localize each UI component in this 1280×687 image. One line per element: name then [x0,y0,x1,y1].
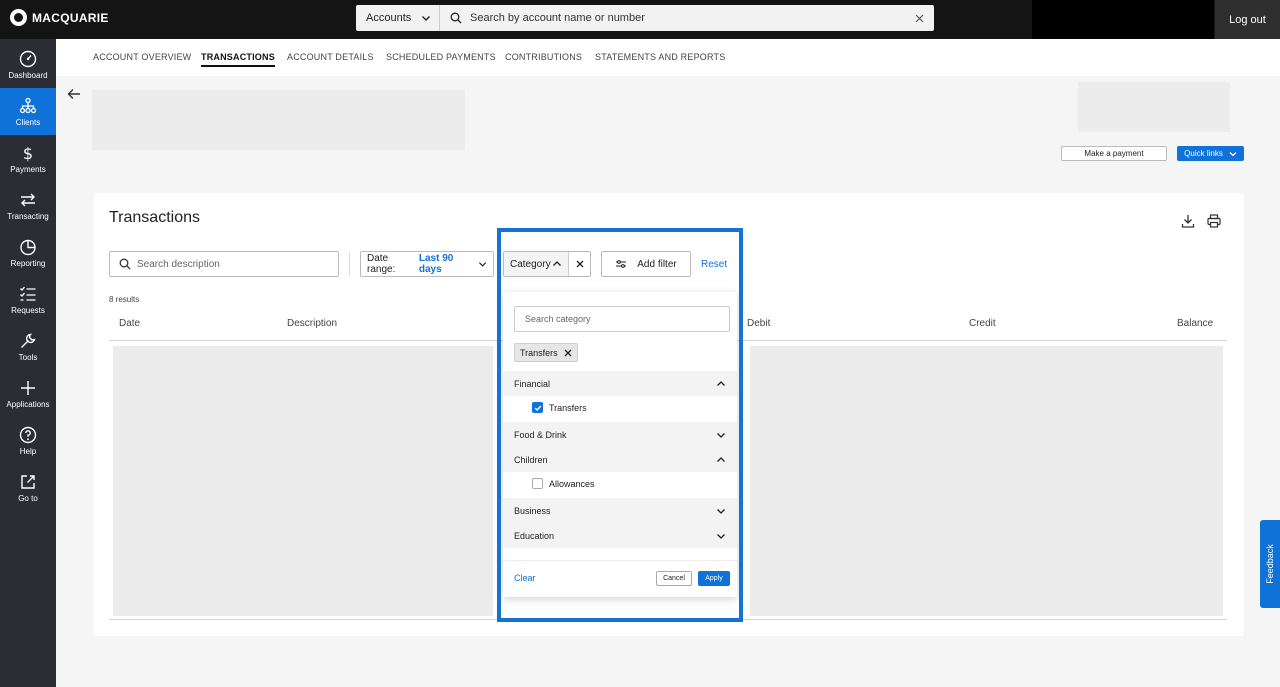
account-tabs: ACCOUNT OVERVIEW TRANSACTIONS ACCOUNT DE… [56,39,1280,76]
sidebar-item-label: Applications [6,399,50,409]
svg-text:$: $ [23,144,33,162]
help-icon [19,426,37,443]
sidebar-item-label: Go to [18,493,38,503]
transfer-arrows-icon [21,193,35,206]
sidebar-item-help[interactable]: Help [0,417,56,464]
close-icon[interactable] [915,14,924,23]
column-header-description[interactable]: Description [287,318,337,329]
highlight-box [497,228,743,622]
sidebar-item-tools[interactable]: Tools [0,323,56,370]
sidebar-item-label: Transacting [7,211,49,221]
sidebar-item-payments[interactable]: $ Payments [0,135,56,182]
logout-button[interactable]: Log out [1215,0,1280,39]
column-header-credit[interactable]: Credit [969,318,996,329]
tab-account-overview[interactable]: ACCOUNT OVERVIEW [93,52,191,62]
account-balance-placeholder [1078,82,1230,132]
top-bar: MACQUARIE Accounts Search by account nam… [0,0,1280,39]
tab-account-details[interactable]: ACCOUNT DETAILS [287,52,374,62]
table-rows-placeholder [750,346,1223,616]
external-link-icon [21,474,35,489]
global-search-input[interactable]: Search by account name or number [440,12,934,24]
sidebar-item-go-to[interactable]: Go to [0,464,56,511]
tab-contributions[interactable]: CONTRIBUTIONS [505,52,582,62]
chevron-down-icon [422,16,430,21]
back-arrow-icon[interactable] [66,86,82,102]
sidebar-item-label: Clients [15,117,41,127]
search-scope-value: Accounts [366,12,412,24]
sidebar-item-label: Requests [11,305,45,315]
tab-statements-and-reports[interactable]: STATEMENTS AND REPORTS [595,52,725,62]
brand-name: MACQUARIE [32,10,109,25]
feedback-label: Feedback [1265,544,1275,584]
description-search-input[interactable]: Search description [109,251,339,277]
search-icon [450,12,462,24]
pie-chart-icon [20,239,36,255]
description-search-placeholder: Search description [137,258,220,270]
sidebar-item-requests[interactable]: Requests [0,276,56,323]
plus-icon [21,380,35,395]
chevron-down-icon [1229,151,1237,156]
tab-scheduled-payments[interactable]: SCHEDULED PAYMENTS [386,52,496,62]
brand-logo[interactable]: MACQUARIE [10,9,109,26]
results-count: 8 results [109,295,140,304]
date-range-filter[interactable]: Date range: Last 90 days [360,251,494,277]
feedback-tab[interactable]: Feedback [1260,520,1280,608]
topbar-region [1032,0,1214,39]
sidebar-item-label: Payments [10,164,46,174]
sidebar-item-reporting[interactable]: Reporting [0,229,56,276]
date-range-label: Date range: [367,253,396,275]
clients-icon [19,97,37,113]
sidebar: Dashboard Clients $ Payments Transacting… [0,39,56,687]
sidebar-item-label: Tools [18,352,38,362]
download-icon[interactable] [1180,213,1196,229]
column-header-balance[interactable]: Balance [1177,318,1213,329]
column-header-debit[interactable]: Debit [747,318,770,329]
sidebar-item-label: Reporting [10,258,46,268]
wrench-icon [21,333,36,348]
sidebar-item-dashboard[interactable]: Dashboard [0,41,56,88]
sidebar-item-applications[interactable]: Applications [0,370,56,417]
macquarie-logo-icon [10,9,27,26]
global-search-placeholder: Search by account name or number [470,12,645,24]
search-scope-select[interactable]: Accounts [356,5,440,31]
tab-transactions[interactable]: TRANSACTIONS [201,52,275,67]
sidebar-item-transacting[interactable]: Transacting [0,182,56,229]
dashboard-icon [19,50,37,67]
column-header-date[interactable]: Date [119,318,140,329]
transactions-title: Transactions [109,209,200,226]
sidebar-item-label: Dashboard [8,70,48,80]
sidebar-item-label: Help [19,446,37,456]
checklist-icon [20,286,36,301]
dollar-icon: $ [23,144,33,162]
table-rows-placeholder [113,346,493,616]
account-header-placeholder [92,90,465,150]
make-payment-button[interactable]: Make a payment [1061,146,1167,161]
search-icon [119,258,131,270]
quick-links-button[interactable]: Quick links [1177,146,1244,161]
filter-divider [349,252,350,276]
quick-links-label: Quick links [1184,149,1223,158]
date-range-value: Last 90 days [418,253,454,275]
sidebar-item-clients[interactable]: Clients [0,88,56,135]
print-icon[interactable] [1206,213,1222,229]
chevron-down-icon [478,262,487,267]
global-search: Accounts Search by account name or numbe… [356,5,934,31]
